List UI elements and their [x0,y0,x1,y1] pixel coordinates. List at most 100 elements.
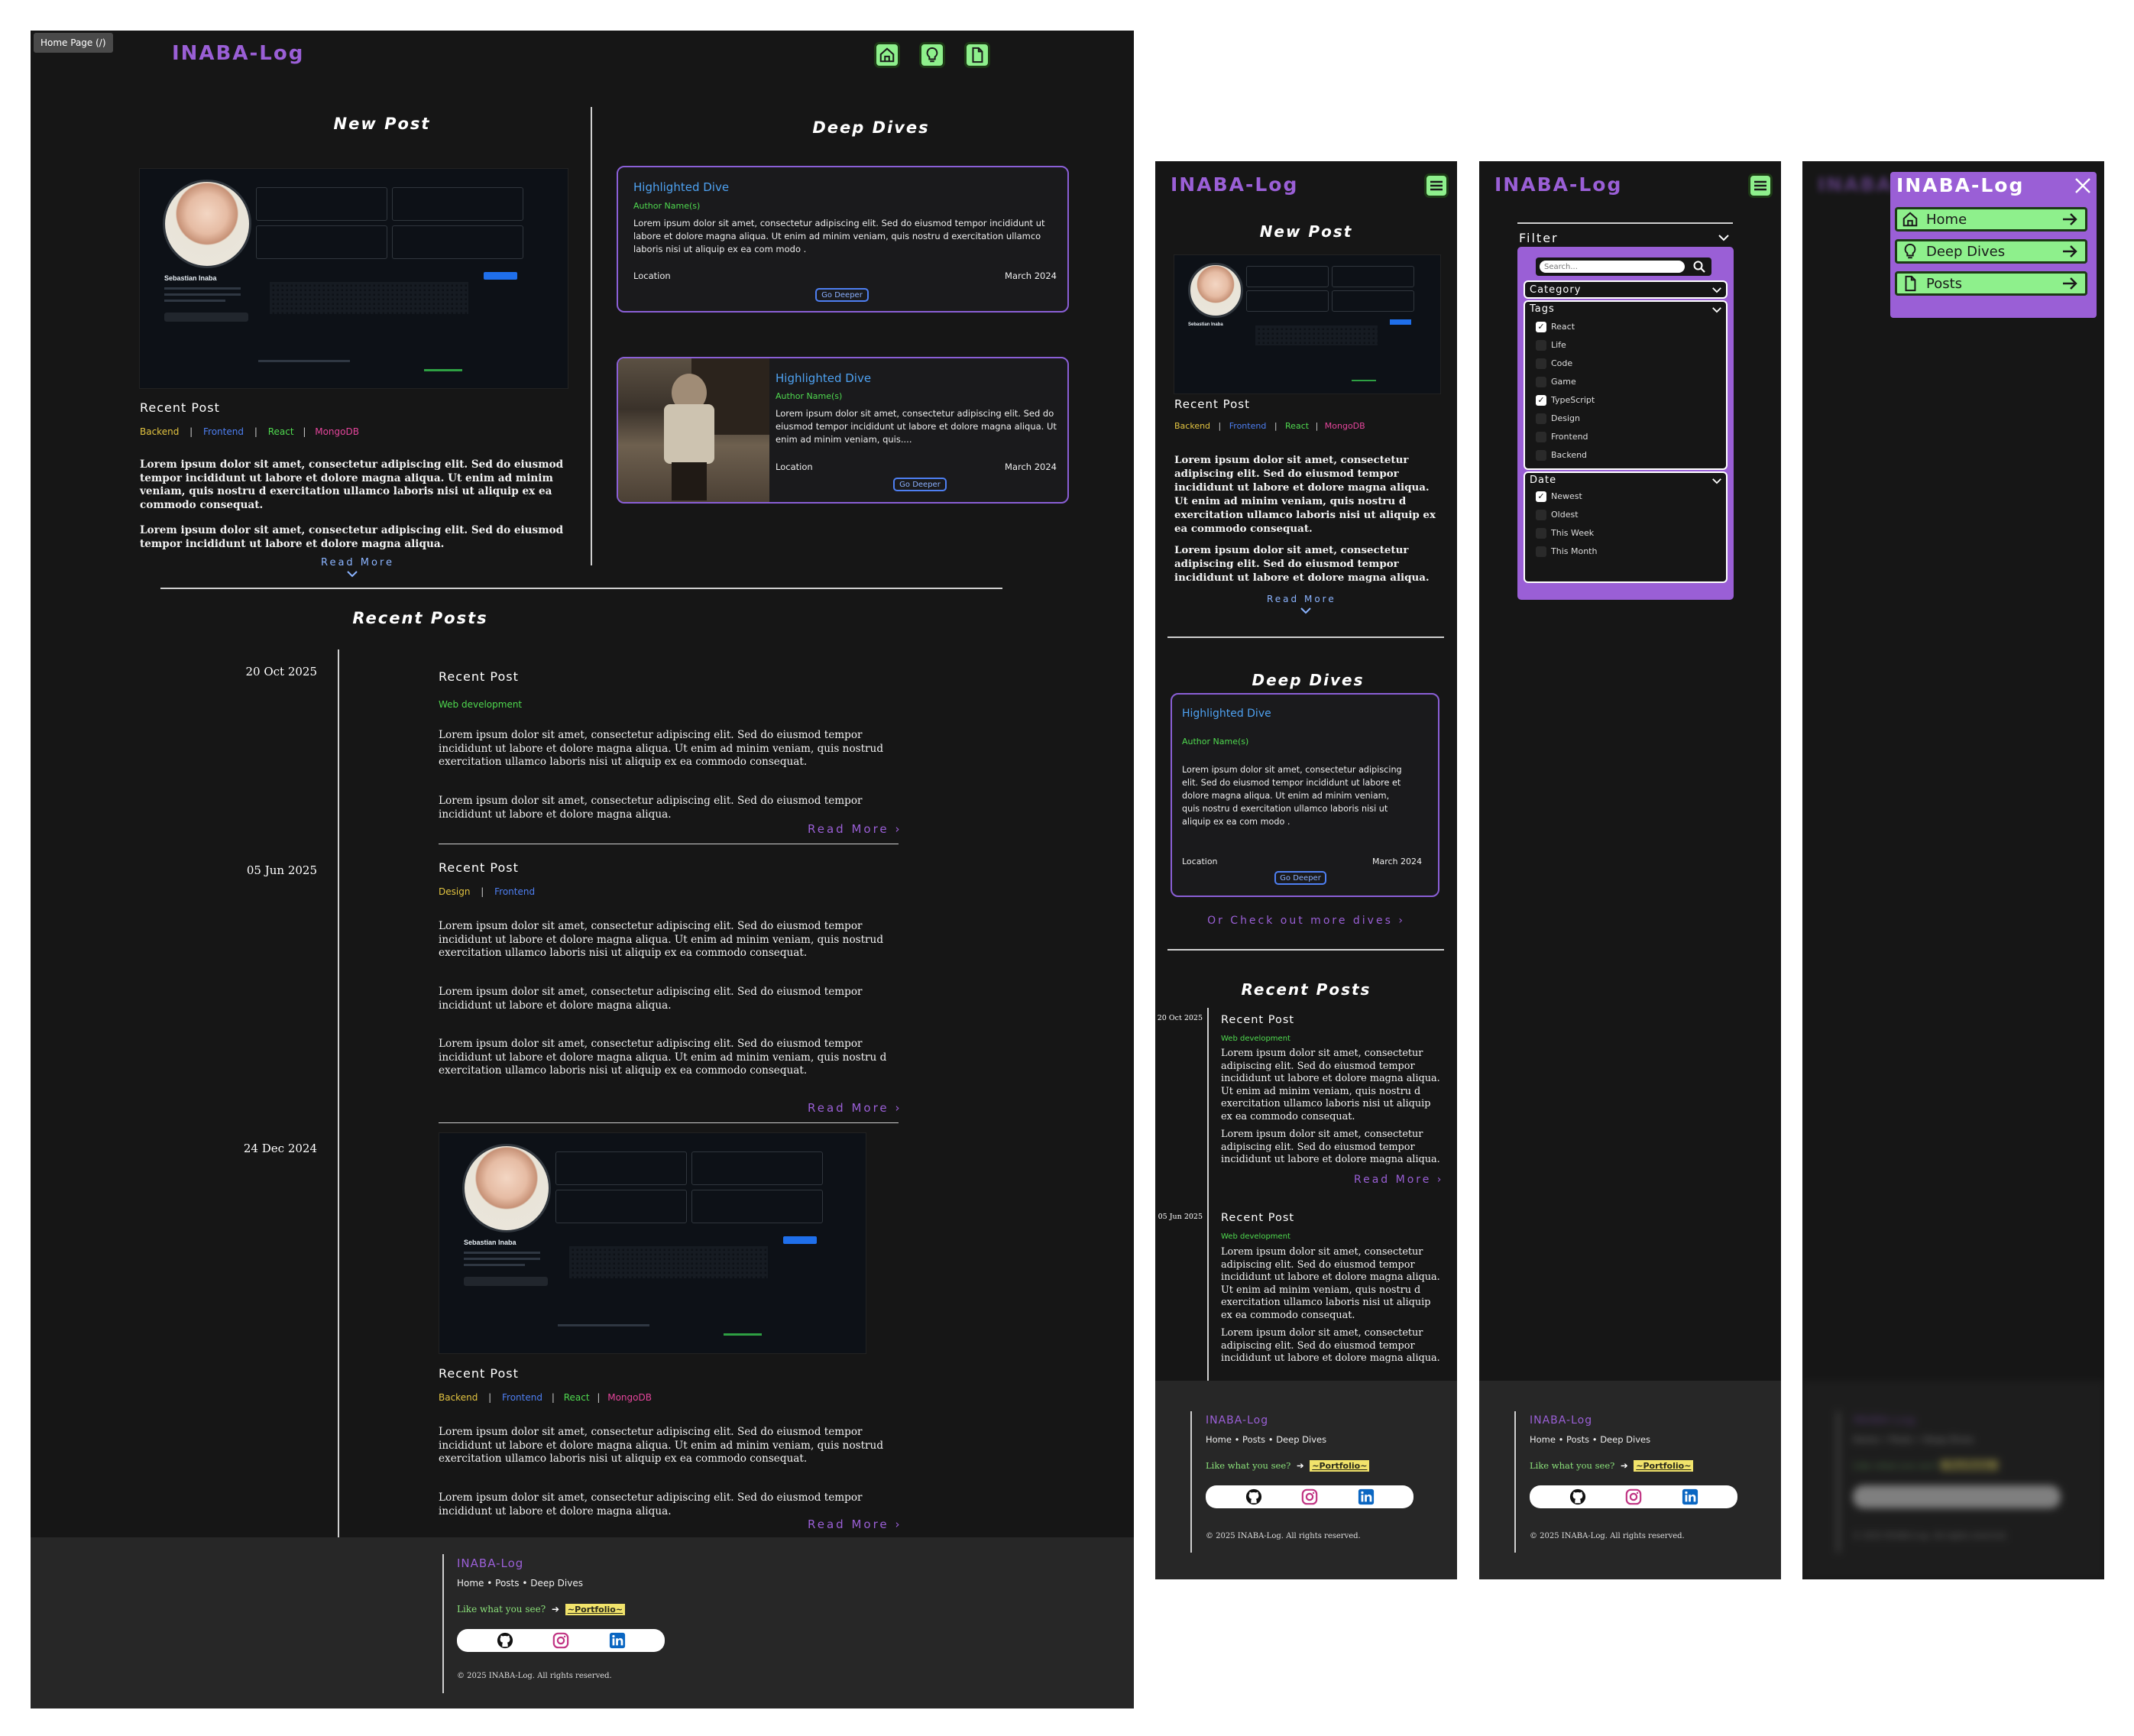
menu-button[interactable] [1424,173,1449,198]
checkbox-empty-icon[interactable] [1536,413,1546,424]
filter-option-react[interactable]: ✓ React [1536,322,1575,332]
filter-option-game[interactable]: Game [1536,377,1576,387]
github-icon[interactable] [1569,1488,1586,1505]
footer-logo[interactable]: INABA-Log [1206,1414,1268,1427]
tag-mongodb[interactable]: MongoDB [607,1392,652,1403]
tag-backend[interactable]: Backend [439,1392,478,1403]
tag-backend[interactable]: Backend [140,426,179,437]
post-title[interactable]: Recent Post [439,669,519,684]
checkbox-empty-icon[interactable] [1536,340,1546,351]
checkbox-checked-icon[interactable]: ✓ [1536,322,1546,332]
checkbox-empty-icon[interactable] [1536,377,1546,387]
date-label[interactable]: Date [1530,474,1556,486]
profile-screenshot[interactable]: Sebastian Inaba [439,1132,866,1354]
footer-links[interactable]: Home • Posts • Deep Dives [1206,1434,1326,1445]
filter-title[interactable]: Filter [1519,231,1559,245]
tag-react[interactable]: React [1285,421,1309,431]
dive-card[interactable]: Highlighted Dive Author Name(s) Lorem ip… [617,357,1069,504]
linkedin-icon[interactable] [1682,1488,1698,1505]
filter-option-oldest[interactable]: Oldest [1536,510,1579,520]
instagram-icon[interactable] [1625,1488,1642,1505]
tags-label[interactable]: Tags [1530,303,1555,315]
new-post-title[interactable]: Recent Post [1174,397,1250,411]
dive-title[interactable]: Highlighted Dive [633,180,729,194]
post-read-more[interactable]: Read More › [808,1517,902,1531]
checkbox-empty-icon[interactable] [1536,546,1546,557]
tag-mongodb[interactable]: MongoDB [315,426,359,437]
filter-option-code[interactable]: Code [1536,358,1572,369]
nav-home-button[interactable] [874,42,900,68]
chevron-down-icon[interactable] [1711,306,1722,313]
chevron-down-icon[interactable] [1711,478,1722,484]
chevron-down-icon[interactable] [346,570,358,578]
filter-option-life[interactable]: Life [1536,340,1566,351]
filter-option-newest[interactable]: ✓ Newest [1536,491,1582,502]
linkedin-icon[interactable] [1358,1488,1375,1505]
post-title[interactable]: Recent Post [439,860,519,875]
tag-backend[interactable]: Backend [1174,421,1210,431]
menu-item-home[interactable]: Home [1895,207,2087,232]
filter-option-backend[interactable]: Backend [1536,450,1587,461]
post-tag[interactable]: Web development [1221,1035,1290,1043]
portfolio-link[interactable]: ~Portfolio~ [1310,1460,1370,1472]
dive-card[interactable]: Highlighted Dive Author Name(s) Lorem ip… [617,166,1069,313]
instagram-icon[interactable] [552,1632,569,1649]
site-logo[interactable]: INABA-Log [1171,173,1298,196]
chevron-down-icon[interactable] [1718,234,1730,241]
site-logo[interactable]: INABA-Log [172,42,304,65]
tag-mongodb[interactable]: MongoDB [1325,421,1365,431]
post-title[interactable]: Recent Post [1221,1014,1294,1026]
post-read-more[interactable]: Read More › [808,822,902,836]
category-section[interactable]: Category [1524,280,1728,299]
site-logo[interactable]: INABA-Log [1494,173,1622,196]
checkbox-checked-icon[interactable]: ✓ [1536,491,1546,502]
post-read-more[interactable]: Read More › [808,1101,902,1115]
github-icon[interactable] [1245,1488,1262,1505]
footer-logo[interactable]: INABA-Log [457,1556,523,1570]
checkbox-empty-icon[interactable] [1536,528,1546,539]
go-deeper-button[interactable]: Go Deeper [815,288,869,302]
checkbox-empty-icon[interactable] [1536,358,1546,369]
more-dives-link[interactable]: Or Check out more dives › [1155,915,1457,927]
instagram-icon[interactable] [1301,1488,1318,1505]
checkbox-empty-icon[interactable] [1536,432,1546,442]
filter-option-typescript[interactable]: ✓ TypeScript [1536,395,1595,406]
tag-frontend[interactable]: Frontend [203,426,244,437]
search-icon[interactable] [1693,261,1705,273]
filter-option-frontend[interactable]: Frontend [1536,432,1588,442]
new-post-read-more[interactable]: Read More [321,557,394,568]
portfolio-link[interactable]: ~Portfolio~ [565,1604,626,1615]
tag-frontend[interactable]: Frontend [494,886,535,897]
menu-button[interactable] [1748,173,1773,198]
dive-card[interactable]: Highlighted Dive Author Name(s) Lorem ip… [1171,693,1439,897]
profile-screenshot[interactable]: Sebastian Inaba [139,168,568,389]
menu-item-posts[interactable]: Posts [1895,271,2087,296]
github-icon[interactable] [497,1632,513,1649]
tag-frontend[interactable]: Frontend [1229,421,1267,431]
dive-title[interactable]: Highlighted Dive [1182,708,1271,720]
go-deeper-button[interactable]: Go Deeper [893,478,947,491]
filter-option-this-month[interactable]: This Month [1536,546,1597,557]
post-read-more[interactable]: Read More › [1354,1174,1443,1186]
new-post-read-more[interactable]: Read More [1267,594,1336,604]
footer-links[interactable]: Home • Posts • Deep Dives [1530,1434,1650,1445]
close-icon[interactable] [2074,177,2092,195]
new-post-title[interactable]: Recent Post [140,400,220,415]
linkedin-icon[interactable] [609,1632,626,1649]
filter-option-this-week[interactable]: This Week [1536,528,1594,539]
footer-links[interactable]: Home • Posts • Deep Dives [457,1578,583,1589]
nav-deep-dives-button[interactable] [919,42,945,68]
profile-screenshot[interactable]: Sebastian Inaba [1174,254,1441,394]
tag-frontend[interactable]: Frontend [502,1392,542,1403]
post-title[interactable]: Recent Post [1221,1212,1294,1224]
tag-design[interactable]: Design [439,886,470,897]
footer-logo[interactable]: INABA-Log [1530,1414,1592,1427]
checkbox-empty-icon[interactable] [1536,450,1546,461]
chevron-down-icon[interactable] [1300,607,1312,614]
post-title[interactable]: Recent Post [439,1366,519,1381]
checkbox-empty-icon[interactable] [1536,510,1546,520]
tag-react[interactable]: React [268,426,294,437]
menu-logo[interactable]: INABA-Log [1896,174,2024,196]
post-tag[interactable]: Web development [439,699,522,710]
checkbox-checked-icon[interactable]: ✓ [1536,395,1546,406]
